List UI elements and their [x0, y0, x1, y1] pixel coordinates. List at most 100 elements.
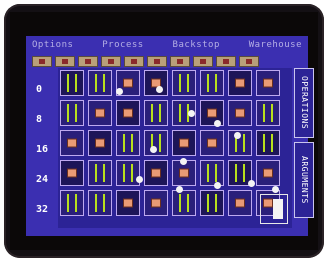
- toolbar-cell[interactable]: [124, 56, 144, 67]
- program-tile[interactable]: [256, 130, 280, 156]
- connector-node-icon: [214, 120, 221, 127]
- program-tile[interactable]: [200, 190, 224, 216]
- rail-icon: [173, 71, 195, 95]
- connector-node-icon: [116, 88, 123, 95]
- program-tile[interactable]: [88, 190, 112, 216]
- program-tile[interactable]: [88, 130, 112, 156]
- toolbar-cell[interactable]: [101, 56, 121, 67]
- operator-icon: [179, 138, 189, 148]
- operator-icon: [207, 138, 217, 148]
- program-tile[interactable]: [144, 160, 168, 186]
- rail-icon: [257, 131, 279, 155]
- scroll-control[interactable]: [260, 194, 288, 224]
- menu-item-options[interactable]: Options: [32, 38, 73, 52]
- program-tile[interactable]: [116, 190, 140, 216]
- toolbar-cell[interactable]: [239, 56, 259, 67]
- operator-icon: [235, 78, 245, 88]
- menu-item-warehouse[interactable]: Warehouse: [249, 38, 302, 52]
- operator-icon: [67, 168, 77, 178]
- operator-icon: [151, 198, 161, 208]
- toolbar-cell[interactable]: [55, 56, 75, 67]
- program-tile[interactable]: [116, 130, 140, 156]
- row-label: 16: [36, 144, 49, 155]
- toolbar-cell[interactable]: [170, 56, 190, 67]
- operator-icon: [179, 168, 189, 178]
- program-tile[interactable]: [256, 160, 280, 186]
- toolbar-cell[interactable]: [78, 56, 98, 67]
- program-tile[interactable]: [88, 100, 112, 126]
- connector-node-icon: [214, 182, 221, 189]
- operator-icon: [95, 108, 105, 118]
- program-tile[interactable]: [60, 160, 84, 186]
- program-tile[interactable]: [200, 160, 224, 186]
- program-tile[interactable]: [60, 130, 84, 156]
- program-tile[interactable]: [172, 130, 196, 156]
- rail-icon: [201, 71, 223, 95]
- rail-icon: [173, 191, 195, 215]
- operator-icon: [123, 78, 133, 88]
- toolbar-cell[interactable]: [147, 56, 167, 67]
- rail-icon: [61, 101, 83, 125]
- program-tile[interactable]: [60, 190, 84, 216]
- program-tile[interactable]: [256, 100, 280, 126]
- connector-node-icon: [180, 158, 187, 165]
- row-label: 0: [36, 84, 43, 95]
- operations-tab[interactable]: OPERATIONS: [294, 68, 314, 138]
- program-tile[interactable]: [200, 130, 224, 156]
- rail-icon: [201, 191, 223, 215]
- program-tile[interactable]: [172, 70, 196, 96]
- operator-icon: [151, 168, 161, 178]
- program-tile[interactable]: [256, 70, 280, 96]
- operator-icon: [263, 168, 273, 178]
- rail-icon: [201, 161, 223, 185]
- toolbar-cell[interactable]: [193, 56, 213, 67]
- program-tile[interactable]: [144, 70, 168, 96]
- program-tile[interactable]: [60, 70, 84, 96]
- operator-icon: [263, 78, 273, 88]
- program-tile[interactable]: [88, 70, 112, 96]
- program-tile[interactable]: [116, 100, 140, 126]
- program-tile[interactable]: [144, 100, 168, 126]
- operator-icon: [235, 108, 245, 118]
- menu-item-process[interactable]: Process: [102, 38, 143, 52]
- operator-icon: [235, 198, 245, 208]
- program-tile[interactable]: [228, 70, 252, 96]
- menu-bar: Options Process Backstop Warehouse: [26, 38, 308, 52]
- rail-icon: [89, 71, 111, 95]
- toolbar-cell[interactable]: [32, 56, 52, 67]
- operator-icon: [123, 198, 133, 208]
- program-tile[interactable]: [172, 190, 196, 216]
- rail-icon: [89, 161, 111, 185]
- connector-node-icon: [150, 146, 157, 153]
- rail-icon: [61, 71, 83, 95]
- program-tile[interactable]: [60, 100, 84, 126]
- program-tile[interactable]: [144, 190, 168, 216]
- toolbar-strip: [32, 56, 259, 67]
- program-tile[interactable]: [228, 100, 252, 126]
- operator-icon: [67, 138, 77, 148]
- program-tile[interactable]: [88, 160, 112, 186]
- menu-item-backstop[interactable]: Backstop: [173, 38, 220, 52]
- row-label: 32: [36, 204, 49, 215]
- program-tile[interactable]: [200, 70, 224, 96]
- scroll-knob[interactable]: [273, 199, 283, 219]
- program-board: [58, 68, 292, 228]
- program-tile[interactable]: [144, 130, 168, 156]
- toolbar-cell[interactable]: [216, 56, 236, 67]
- connector-node-icon: [188, 110, 195, 117]
- connector-node-icon: [156, 86, 163, 93]
- row-label: 24: [36, 174, 49, 185]
- operator-icon: [95, 138, 105, 148]
- program-tile[interactable]: [228, 190, 252, 216]
- rail-icon: [89, 191, 111, 215]
- connector-node-icon: [176, 186, 183, 193]
- connector-node-icon: [272, 186, 279, 193]
- connector-node-icon: [136, 176, 143, 183]
- connector-node-icon: [234, 132, 241, 139]
- connector-node-icon: [248, 180, 255, 187]
- rail-icon: [257, 101, 279, 125]
- arguments-tab[interactable]: ARGUMENTS: [294, 142, 314, 218]
- operator-icon: [207, 108, 217, 118]
- row-label: 8: [36, 114, 43, 125]
- row-number-column: 0 8 16 24 32: [32, 70, 56, 230]
